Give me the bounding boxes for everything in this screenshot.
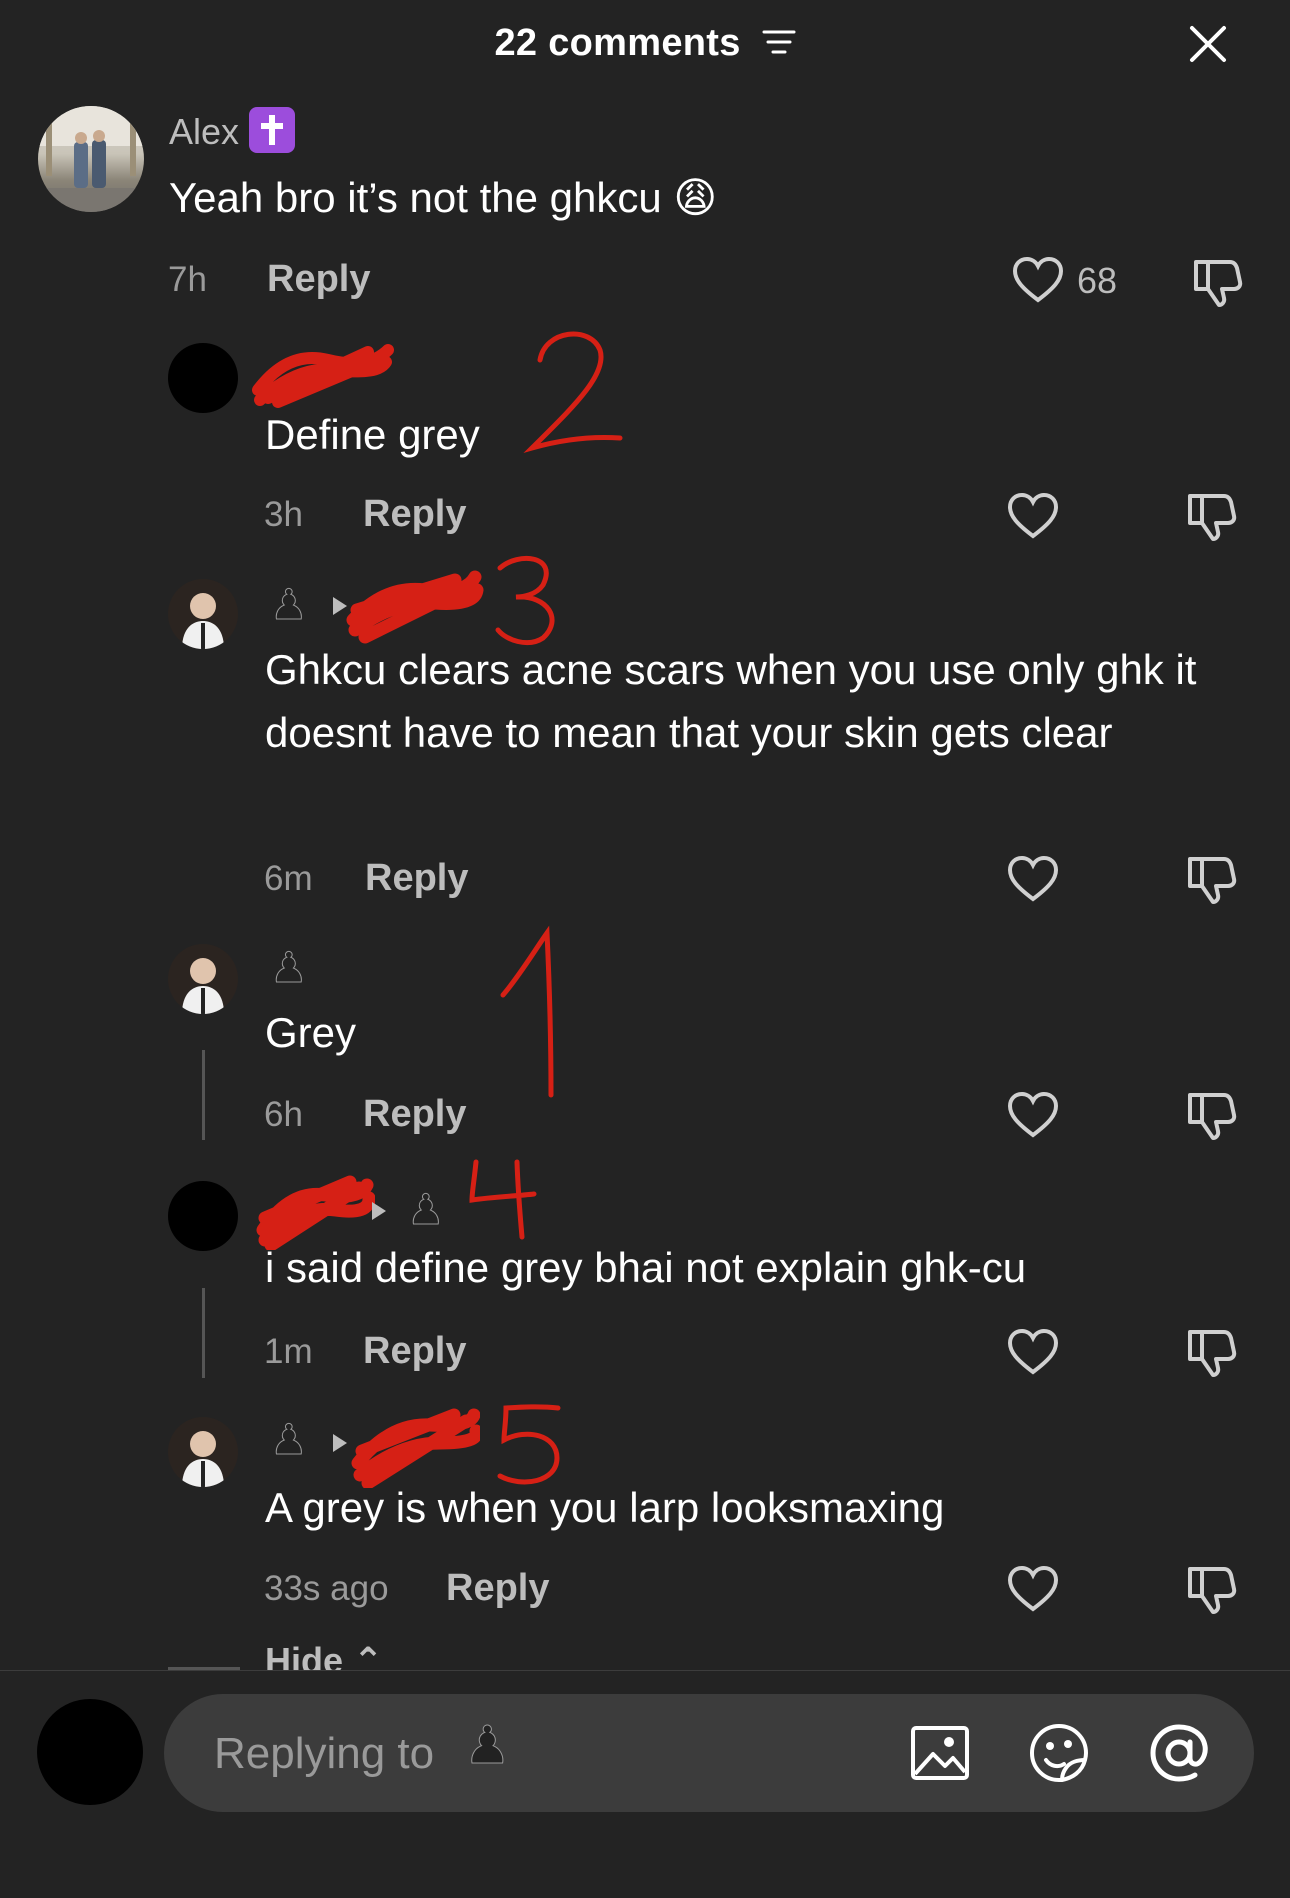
annotation-number	[469, 1159, 537, 1240]
comment-text: Ghkcu clears acne scars when you use onl…	[265, 646, 1197, 756]
close-icon[interactable]	[1184, 20, 1232, 68]
pawn-emoji: ♟	[270, 581, 309, 629]
sticker-icon[interactable]	[1028, 1722, 1090, 1784]
reply-to-arrow-icon	[333, 1434, 347, 1452]
annotation-number	[523, 331, 623, 454]
cross-badge-icon	[249, 107, 296, 154]
reply-button[interactable]: Reply	[363, 1093, 466, 1136]
thread-line	[202, 1288, 205, 1378]
comment-time: 33s ago	[264, 1569, 389, 1608]
avatar[interactable]	[168, 944, 238, 1014]
dislike-icon[interactable]	[1192, 256, 1244, 308]
redacted-username-scribble	[346, 570, 484, 644]
reply-to-arrow-icon	[372, 1202, 386, 1220]
avatar[interactable]	[38, 106, 144, 212]
heart-icon[interactable]	[1012, 256, 1064, 304]
image-icon[interactable]	[909, 1722, 971, 1784]
reply-button[interactable]: Reply	[446, 1567, 549, 1610]
dislike-icon[interactable]	[1186, 853, 1238, 905]
comment-item: Alex Yeah bro it’s not the ghkcu 😩 7h Re…	[0, 106, 1290, 326]
comment-input[interactable]: Replying to ♟	[164, 1694, 1254, 1812]
comment-text: Yeah bro it’s not the ghkcu 😩	[169, 174, 718, 221]
dislike-icon[interactable]	[1186, 1089, 1238, 1141]
comment-username[interactable]: Alex	[169, 107, 296, 157]
comment-item: Define grey 3h Reply	[0, 331, 1290, 560]
comment-text: i said define grey bhai not explain ghk-…	[265, 1244, 1027, 1291]
filter-icon[interactable]	[762, 28, 796, 56]
hide-replies-button[interactable]: Hide ⌃	[265, 1640, 383, 1670]
comment-text: Define grey	[265, 411, 480, 458]
pawn-emoji: ♟	[407, 1186, 446, 1234]
heart-icon[interactable]	[1007, 492, 1059, 540]
comment-time: 1m	[264, 1332, 313, 1371]
input-placeholder: Replying to	[214, 1729, 435, 1778]
comment-item: ♟ Grey 6h Reply	[0, 925, 1290, 1155]
annotation-number	[495, 555, 555, 645]
dislike-icon[interactable]	[1186, 1326, 1238, 1378]
annotation-number	[500, 925, 554, 1098]
reply-button[interactable]: Reply	[363, 493, 466, 536]
comments-title[interactable]: 22 comments	[0, 22, 1290, 65]
pawn-emoji: ♟	[464, 1717, 512, 1776]
avatar[interactable]	[168, 1181, 238, 1251]
avatar[interactable]	[168, 1417, 238, 1487]
reply-button[interactable]: Reply	[363, 1330, 466, 1373]
comment-item: ♟ Ghkcu clears acne scars when you use o…	[0, 555, 1290, 910]
reply-button[interactable]: Reply	[365, 857, 468, 900]
comment-time: 3h	[264, 495, 303, 534]
user-avatar[interactable]	[37, 1699, 143, 1805]
comment-item: ♟ i said define grey bhai not explain gh…	[0, 1159, 1290, 1390]
redacted-username-scribble	[252, 344, 394, 408]
mention-icon[interactable]	[1148, 1722, 1210, 1784]
like-count: 68	[1077, 260, 1118, 301]
heart-icon[interactable]	[1007, 1565, 1059, 1613]
comment-time: 7h	[168, 260, 207, 299]
avatar[interactable]	[168, 579, 238, 649]
dislike-icon[interactable]	[1186, 1563, 1238, 1615]
pawn-emoji: ♟	[270, 944, 309, 992]
comment-text: Grey	[265, 1009, 357, 1056]
avatar[interactable]	[168, 343, 238, 413]
avatar-photo	[38, 106, 144, 212]
reply-button[interactable]: Reply	[267, 258, 370, 301]
comment-item: ♟ A grey is when you larp looksmaxing 33…	[0, 1404, 1290, 1625]
heart-icon[interactable]	[1007, 1091, 1059, 1139]
heart-icon[interactable]	[1007, 1328, 1059, 1376]
thread-line	[202, 1050, 205, 1140]
dislike-icon[interactable]	[1186, 490, 1238, 542]
heart-icon[interactable]	[1007, 855, 1059, 903]
comment-text: A grey is when you larp looksmaxing	[265, 1484, 945, 1531]
comment-time: 6m	[264, 859, 313, 898]
comments-header: 22 comments	[0, 0, 1290, 90]
comments-count: 22 comments	[494, 22, 741, 64]
comment-time: 6h	[264, 1095, 303, 1134]
pawn-emoji: ♟	[270, 1416, 309, 1464]
